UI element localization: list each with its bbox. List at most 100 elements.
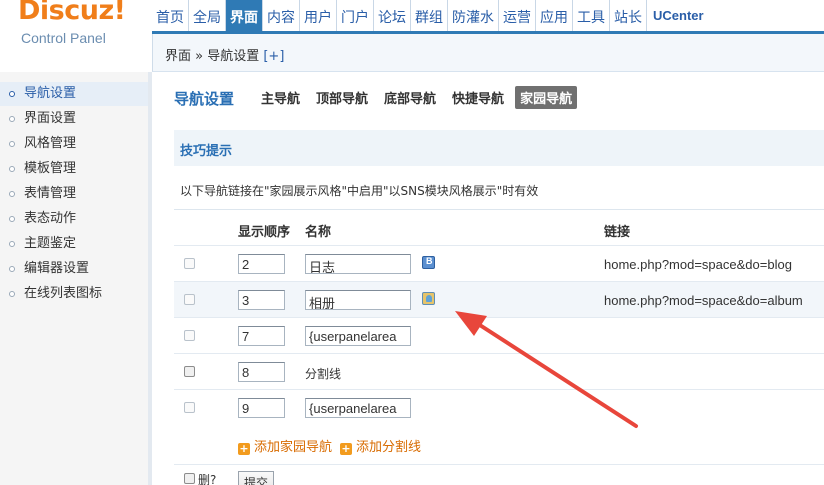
topnav-ucenter[interactable]: UCenter xyxy=(647,0,710,33)
plus-icon: + xyxy=(340,442,352,455)
delete-checkbox[interactable] xyxy=(184,294,195,305)
submit-button[interactable]: 提交 xyxy=(238,471,274,485)
nav-link-url: home.php?mod=space&do=album xyxy=(604,293,803,308)
bullet-icon xyxy=(9,266,15,272)
tips-text: 以下导航链接在"家园展示风格"中启用"以SNS模块风格展示"时有效 xyxy=(180,184,539,198)
bullet-icon xyxy=(9,191,15,197)
sidebar-item-smilies[interactable]: 表情管理 xyxy=(0,182,148,206)
delete-checkbox[interactable] xyxy=(184,366,195,377)
bullet-icon xyxy=(9,166,15,172)
sidebar-item-label: 在线列表图标 xyxy=(24,286,103,301)
sidebar-item-label: 编辑器设置 xyxy=(24,261,90,276)
name-input[interactable]: 日志 xyxy=(305,254,411,274)
breadcrumb-bar: 界面 » 导航设置 [+] xyxy=(152,34,824,72)
add-actions: + 添加家园导航 + 添加分割线 xyxy=(174,432,824,460)
topnav-groups[interactable]: 群组 xyxy=(411,0,448,33)
sidebar-item-templates[interactable]: 模板管理 xyxy=(0,157,148,181)
sidebar: 导航设置 界面设置 风格管理 模板管理 表情管理 表态动作 主题鉴定 编辑器设置… xyxy=(0,72,152,485)
bullet-icon xyxy=(9,91,15,97)
order-input[interactable]: 9 xyxy=(238,398,285,418)
brand-subtitle: Control Panel xyxy=(21,30,106,46)
divider xyxy=(174,209,824,210)
delete-label: 删? xyxy=(198,473,217,485)
tab-main-nav[interactable]: 主导航 xyxy=(256,86,305,109)
name-input[interactable]: {userpanelarea xyxy=(305,398,411,418)
order-input[interactable]: 3 xyxy=(238,290,285,310)
tips-header: 技巧提示 xyxy=(174,130,824,166)
name-input[interactable]: {userpanelarea xyxy=(305,326,411,346)
table-row: 7 {userpanelarea xyxy=(174,317,824,353)
tips-title: 技巧提示 xyxy=(180,144,233,159)
sidebar-item-nav-settings[interactable]: 导航设置 xyxy=(0,82,148,106)
tab-home-nav[interactable]: 家园导航 xyxy=(515,86,578,109)
sidebar-item-ui-settings[interactable]: 界面设置 xyxy=(0,107,148,131)
sidebar-item-label: 表态动作 xyxy=(24,211,77,226)
sub-tabs: 主导航 顶部导航 底部导航 快捷导航 家园导航 xyxy=(256,86,578,109)
add-home-nav-label: 添加家园导航 xyxy=(254,440,333,455)
sidebar-item-label: 风格管理 xyxy=(24,136,77,151)
bullet-icon xyxy=(9,216,15,222)
nav-link-url: home.php?mod=space&do=blog xyxy=(604,257,792,272)
main-content: 导航设置 主导航 顶部导航 底部导航 快捷导航 家园导航 技巧提示 以下导航链接… xyxy=(156,72,824,485)
breadcrumb-path: 界面 » 导航设置 xyxy=(165,49,260,64)
column-header-link: 链接 xyxy=(604,225,631,240)
column-header-name: 名称 xyxy=(305,225,332,240)
add-home-nav-link[interactable]: + 添加家园导航 xyxy=(238,436,332,455)
delete-all-checkbox[interactable] xyxy=(184,473,195,484)
delete-checkbox[interactable] xyxy=(184,402,195,413)
sidebar-item-label: 模板管理 xyxy=(24,161,77,176)
tab-quick-nav[interactable]: 快捷导航 xyxy=(447,86,509,109)
topnav-antispam[interactable]: 防灌水 xyxy=(448,0,499,33)
logo-area: Discuz! Control Panel xyxy=(0,0,152,72)
sidebar-item-styles[interactable]: 风格管理 xyxy=(0,132,148,156)
name-input[interactable]: 相册 xyxy=(305,290,411,310)
topnav-global[interactable]: 全局 xyxy=(189,0,226,33)
topnav-apps[interactable]: 应用 xyxy=(536,0,573,33)
brand-logo: Discuz! xyxy=(18,0,126,26)
table-row: 9 {userpanelarea xyxy=(174,389,824,425)
sidebar-item-label: 导航设置 xyxy=(24,86,77,101)
table-row: 8 分割线 xyxy=(174,353,824,389)
add-divider-link[interactable]: + 添加分割线 xyxy=(340,436,421,455)
table-row: 3 相册 home.php?mod=space&do=album xyxy=(174,281,824,317)
sidebar-item-label: 主题鉴定 xyxy=(24,236,77,251)
blog-icon xyxy=(422,256,435,269)
sidebar-item-label: 表情管理 xyxy=(24,186,77,201)
table-row: 2 日志 home.php?mod=space&do=blog xyxy=(174,245,824,281)
delete-checkbox[interactable] xyxy=(184,330,195,341)
album-icon xyxy=(422,292,435,305)
topnav-users[interactable]: 用户 xyxy=(300,0,337,33)
add-shortcut-link[interactable]: [+] xyxy=(263,49,284,64)
order-input[interactable]: 7 xyxy=(238,326,285,346)
add-divider-label: 添加分割线 xyxy=(356,440,422,455)
bullet-icon xyxy=(9,141,15,147)
sidebar-item-label: 界面设置 xyxy=(24,111,77,126)
top-navigation: 首页 全局 界面 内容 用户 门户 论坛 群组 防灌水 运营 应用 工具 站长 … xyxy=(152,0,710,33)
tab-footer-nav[interactable]: 底部导航 xyxy=(379,86,441,109)
sidebar-item-reactions[interactable]: 表态动作 xyxy=(0,207,148,231)
topnav-webmaster[interactable]: 站长 xyxy=(610,0,647,33)
topnav-forum[interactable]: 论坛 xyxy=(374,0,411,33)
bullet-icon xyxy=(9,241,15,247)
topnav-tools[interactable]: 工具 xyxy=(573,0,610,33)
order-input[interactable]: 8 xyxy=(238,362,285,382)
plus-icon: + xyxy=(238,442,250,455)
bullet-icon xyxy=(9,291,15,297)
form-footer: 删? 提交 xyxy=(174,464,824,485)
sidebar-item-thread-stamps[interactable]: 主题鉴定 xyxy=(0,232,148,256)
column-header-order: 显示顺序 xyxy=(238,225,291,240)
page-title: 导航设置 xyxy=(174,90,235,108)
order-input[interactable]: 2 xyxy=(238,254,285,274)
delete-checkbox[interactable] xyxy=(184,258,195,269)
sidebar-item-editor[interactable]: 编辑器设置 xyxy=(0,257,148,281)
topnav-portal[interactable]: 门户 xyxy=(337,0,374,33)
tab-top-nav[interactable]: 顶部导航 xyxy=(311,86,373,109)
bullet-icon xyxy=(9,116,15,122)
topnav-content[interactable]: 内容 xyxy=(263,0,300,33)
topnav-interface[interactable]: 界面 xyxy=(226,0,263,33)
breadcrumb: 界面 » 导航设置 [+] xyxy=(165,45,284,64)
sidebar-item-online-icons[interactable]: 在线列表图标 xyxy=(0,282,148,306)
divider-label: 分割线 xyxy=(305,367,342,381)
topnav-operations[interactable]: 运营 xyxy=(499,0,536,33)
topnav-home[interactable]: 首页 xyxy=(152,0,189,33)
